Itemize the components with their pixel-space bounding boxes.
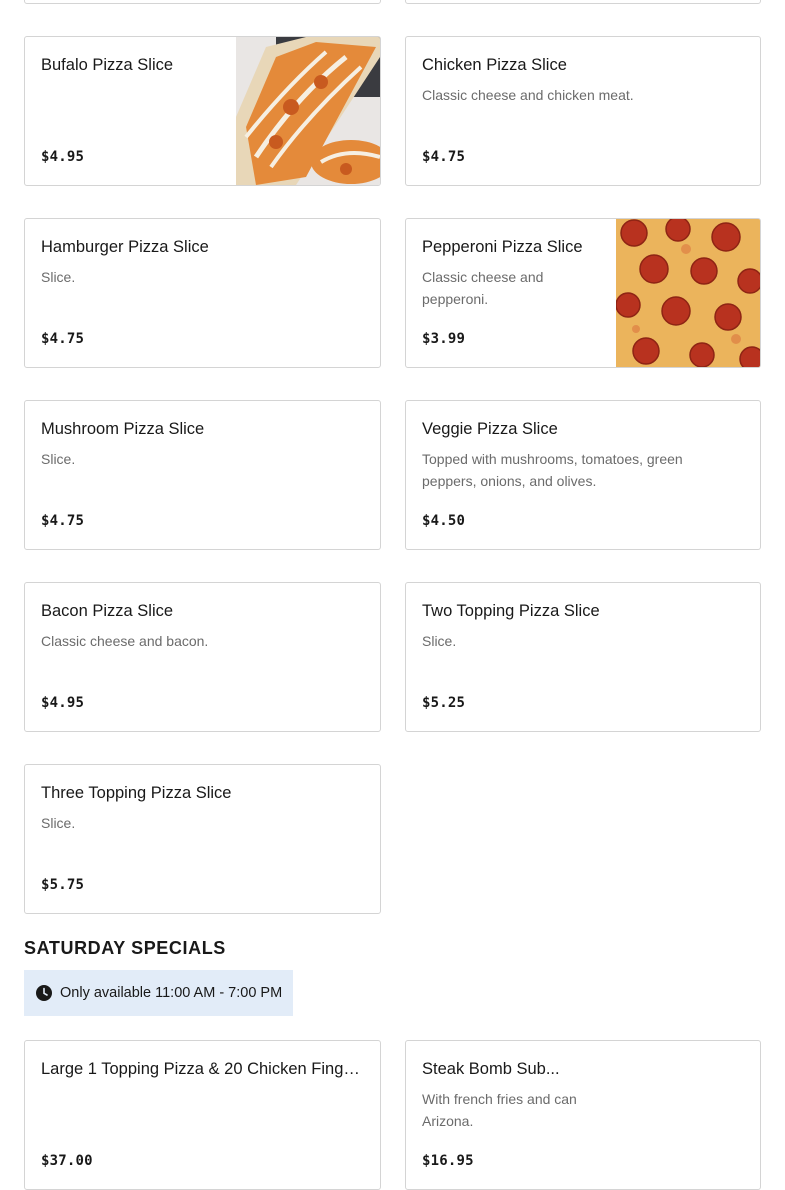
menu-item-card[interactable]: Two Topping Pizza Slice Slice. $5.25 xyxy=(405,582,761,732)
item-name: Chicken Pizza Slice xyxy=(422,56,567,74)
item-name: Three Topping Pizza Slice xyxy=(41,784,232,802)
menu-item-card[interactable]: Bufalo Pizza Slice $4.95 xyxy=(24,36,381,186)
item-price: $4.75 xyxy=(41,331,85,347)
item-description: Classic cheese and bacon. xyxy=(41,633,209,649)
item-description: Slice. xyxy=(41,269,76,285)
item-name: Hamburger Pizza Slice xyxy=(41,238,209,256)
item-price: $16.95 xyxy=(422,1153,474,1169)
menu-item-card[interactable]: Chicken Pizza Slice Classic cheese and c… xyxy=(405,36,761,186)
item-name: Bacon Pizza Slice xyxy=(41,602,174,620)
item-name: Large 1 Topping Pizza & 20 Chicken Finge… xyxy=(41,1060,364,1078)
menu-item-card[interactable]: Pepperoni Pizza Slice Classic cheese and… xyxy=(405,218,761,368)
item-price: $5.25 xyxy=(422,695,466,711)
availability-text: Only available 11:00 AM - 7:00 PM xyxy=(60,985,283,1001)
item-name: Bufalo Pizza Slice xyxy=(41,56,174,74)
item-name: Veggie Pizza Slice xyxy=(422,420,558,438)
item-price: $4.95 xyxy=(41,149,85,165)
menu-item-card[interactable]: Bacon Pizza Slice Classic cheese and bac… xyxy=(24,582,381,732)
clock-icon xyxy=(36,985,52,1001)
menu-item-card[interactable]: Steak Bomb Sub... With french fries and … xyxy=(405,1040,761,1190)
item-price: $4.95 xyxy=(41,695,85,711)
menu-item-card[interactable]: Hamburger Pizza Slice Slice. $4.75 xyxy=(24,218,381,368)
item-name: Two Topping Pizza Slice xyxy=(422,602,600,620)
item-price: $5.75 xyxy=(41,877,85,893)
item-price: $4.75 xyxy=(422,149,466,165)
item-name: Pepperoni Pizza Slice xyxy=(422,238,583,256)
item-description: Classic cheese and chicken meat. xyxy=(422,87,634,103)
item-name: Mushroom Pizza Slice xyxy=(41,420,205,438)
item-price: $37.00 xyxy=(41,1153,93,1169)
item-description: Slice. xyxy=(41,815,76,831)
item-description: Slice. xyxy=(41,451,76,467)
menu-item-card[interactable]: Veggie Pizza Slice Topped with mushrooms… xyxy=(405,400,761,550)
menu-item-card[interactable]: Large 1 Topping Pizza & 20 Chicken Finge… xyxy=(24,1040,381,1190)
buffalo-pizza-photo xyxy=(236,37,380,185)
menu-item-card[interactable]: Mushroom Pizza Slice Slice. $4.75 xyxy=(24,400,381,550)
item-description: Classic cheese and pepperoni. xyxy=(422,269,544,307)
item-price: $3.99 xyxy=(422,331,466,347)
menu-item-card-partial[interactable] xyxy=(405,0,761,4)
item-price: $4.75 xyxy=(41,513,85,529)
item-description: Topped with mushrooms, tomatoes, green p… xyxy=(422,451,683,489)
item-name: Steak Bomb Sub... xyxy=(422,1060,560,1078)
item-description: With french fries and can Arizona. xyxy=(422,1091,577,1129)
item-description: Slice. xyxy=(422,633,457,649)
menu-item-card-partial[interactable] xyxy=(24,0,381,4)
pepperoni-pizza-photo xyxy=(616,219,760,367)
section-title: SATURDAY SPECIALS xyxy=(24,938,226,958)
availability-banner: Only available 11:00 AM - 7:00 PM xyxy=(24,970,293,1016)
menu-item-card[interactable]: Three Topping Pizza Slice Slice. $5.75 xyxy=(24,764,381,914)
item-price: $4.50 xyxy=(422,513,466,529)
